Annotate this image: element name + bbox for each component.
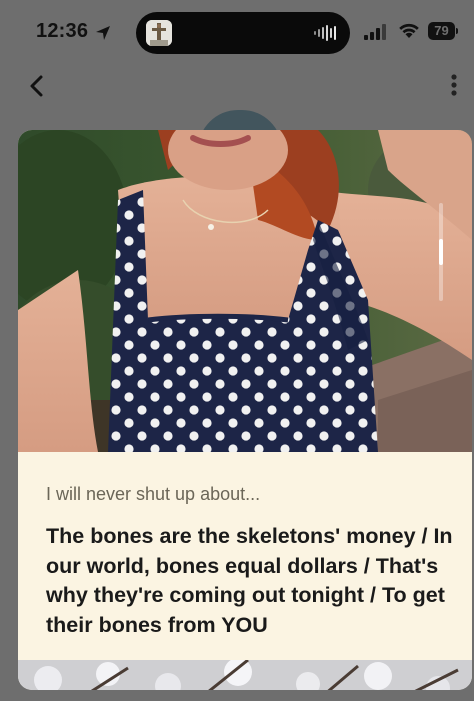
vertical-ellipsis-icon	[451, 74, 457, 96]
battery-icon: 79	[428, 22, 458, 40]
status-time: 12:36	[36, 20, 89, 42]
audio-wave-icon	[314, 25, 338, 41]
battery-level: 79	[434, 23, 449, 38]
prompt-question: I will never shut up about...	[46, 484, 261, 504]
chevron-left-icon	[30, 75, 43, 97]
profile-card: I will never shut up about... The bones …	[18, 130, 472, 690]
dynamic-island[interactable]	[136, 12, 350, 54]
back-button[interactable]	[22, 70, 54, 102]
now-playing-artwork	[146, 20, 172, 46]
next-photo-preview[interactable]	[18, 660, 472, 690]
cellular-signal-icon	[364, 24, 388, 45]
status-bar: 12:36 79	[0, 0, 474, 64]
profile-photo[interactable]	[18, 130, 472, 452]
wifi-icon	[397, 20, 421, 45]
more-options-button[interactable]	[446, 70, 462, 102]
prompt-answer: The bones are the skeletons' money / In …	[46, 524, 453, 637]
photo-scroll-indicator	[439, 203, 443, 301]
prompt-card[interactable]: I will never shut up about... The bones …	[18, 452, 472, 660]
